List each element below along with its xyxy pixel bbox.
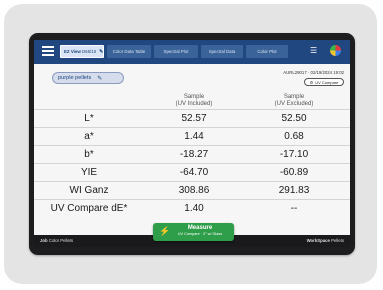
table-row-wi-ganz: WI Ganz 308.86 291.83: [34, 181, 350, 199]
tab-color-plot[interactable]: Color Plot: [246, 45, 288, 58]
row-label: YIE: [80, 167, 98, 178]
value-uv-included: -18.27: [179, 149, 209, 160]
tab-label: Color Plot: [257, 49, 277, 54]
measure-button[interactable]: ⚡ Measure UV Compare · 2" w/ Glass: [153, 223, 234, 241]
value-uv-excluded: 0.68: [284, 131, 304, 142]
column-header-line: Sample: [183, 94, 205, 100]
row-label: L*: [84, 113, 94, 124]
workspace-label: WorkSpace: [306, 238, 330, 243]
color-ball-icon[interactable]: [330, 45, 341, 56]
value-uv-included: 52.57: [181, 113, 207, 124]
column-header-line: (UV Excluded): [274, 101, 314, 107]
column-header-line: Sample: [283, 94, 305, 100]
value-uv-excluded: -17.10: [279, 149, 309, 160]
workspace-value: Pellets: [331, 238, 344, 243]
tab-spectral-data[interactable]: Spectral Data: [201, 45, 243, 58]
value-uv-excluded: -60.89: [279, 167, 309, 178]
tab-color-data-table[interactable]: Color Data Table: [107, 45, 151, 58]
tab-ez-view-illuminant: D65/10: [82, 49, 97, 54]
edit-pencil-icon[interactable]: ✎: [99, 49, 103, 55]
column-header-uv-excluded: Sample (UV Excluded): [249, 94, 339, 108]
measure-subtitle: UV Compare · 2" w/ Glass: [177, 232, 223, 236]
settings-gear-icon: ⚙: [309, 79, 314, 85]
device-info: AURL29017 · 02/19/2024 19:02: [283, 70, 344, 75]
value-uv-excluded: --: [290, 203, 298, 214]
value-uv-excluded: 291.83: [278, 185, 310, 196]
column-header-uv-included: Sample (UV Included): [149, 94, 239, 108]
filter-list-icon[interactable]: ☰: [310, 46, 317, 56]
tab-ez-view[interactable]: EZ View D65/10 ✎: [60, 45, 104, 58]
uv-compare-label: UV Compare: [315, 79, 339, 85]
sample-name-pill[interactable]: purple pellets ✎: [52, 72, 124, 84]
column-header-line: (UV Included): [175, 101, 213, 107]
tab-ez-view-label: EZ View: [64, 49, 81, 54]
table-row-uv-compare-de: UV Compare dE* 1.40 --: [34, 199, 350, 217]
table-row-yie: YIE -64.70 -60.89: [34, 163, 350, 181]
measurement-datetime: 02/19/2024 19:02: [310, 70, 344, 75]
edit-pencil-icon[interactable]: ✎: [97, 75, 102, 82]
row-label: a*: [84, 131, 94, 142]
value-uv-included: -64.70: [179, 167, 209, 178]
hamburger-menu-icon[interactable]: [42, 46, 54, 56]
tab-label: Spectral Plot: [163, 49, 189, 54]
value-uv-included: 1.40: [184, 203, 204, 214]
job-value: Color Pellets: [48, 238, 74, 243]
uv-compare-button[interactable]: ⚙ UV Compare: [304, 78, 344, 86]
tab-label: Color Data Table: [112, 49, 146, 54]
workspace-info: WorkSpace Pellets: [307, 238, 344, 243]
sample-name: purple pellets: [58, 75, 92, 81]
device-screen: EZ View D65/10 ✎ Color Data Table Spectr…: [34, 40, 350, 247]
measure-title: Measure: [187, 225, 213, 231]
value-uv-included: 308.86: [178, 185, 210, 196]
row-label: UV Compare dE*: [50, 203, 128, 214]
job-info: Job Color Pellets: [40, 238, 73, 243]
tab-label: Spectral Data: [208, 49, 236, 54]
job-label: Job: [40, 238, 48, 243]
row-label: WI Ganz: [69, 185, 109, 196]
table-row-a: a* 1.44 0.68: [34, 127, 350, 145]
top-toolbar: EZ View D65/10 ✎ Color Data Table Spectr…: [34, 40, 350, 64]
view-tabs: EZ View D65/10 ✎ Color Data Table Spectr…: [60, 45, 291, 58]
device-id: AURL29017: [283, 70, 307, 75]
table-row-b: b* -18.27 -17.10: [34, 145, 350, 163]
table-row-l: L* 52.57 52.50: [34, 109, 350, 127]
value-uv-excluded: 52.50: [281, 113, 307, 124]
row-label: b*: [84, 149, 94, 160]
value-uv-included: 1.44: [184, 131, 204, 142]
tab-spectral-plot[interactable]: Spectral Plot: [154, 45, 198, 58]
